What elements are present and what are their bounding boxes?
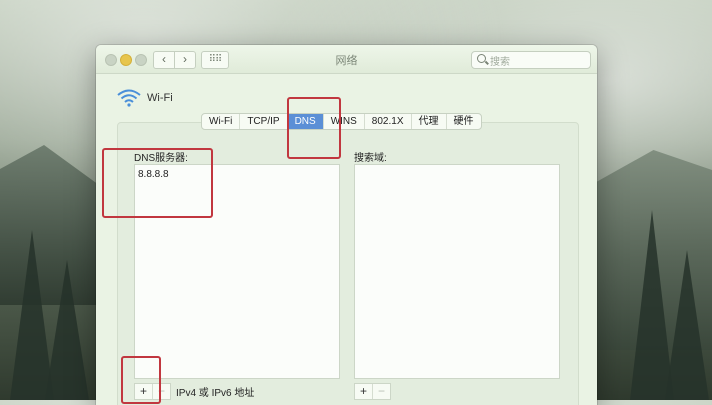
search-remove-button[interactable]: − <box>372 384 390 399</box>
tab-tcpip[interactable]: TCP/IP <box>240 114 288 129</box>
search-add-remove: + − <box>354 383 391 400</box>
search-field[interactable]: 搜索 <box>471 51 591 69</box>
search-icon <box>477 54 486 63</box>
tab-hardware[interactable]: 硬件 <box>447 114 481 129</box>
search-add-button[interactable]: + <box>355 384 372 399</box>
network-window: ‹ › ⠿⠿ 网络 搜索 Wi-Fi Wi-Fi TCP/IP DNS WINS… <box>96 45 597 405</box>
tab-bar: Wi-Fi TCP/IP DNS WINS 802.1X 代理 硬件 <box>201 113 482 130</box>
search-domains-list[interactable] <box>354 164 560 379</box>
tab-8021x[interactable]: 802.1X <box>365 114 412 129</box>
dns-hint: IPv4 或 IPv6 地址 <box>176 388 255 399</box>
title-bar: ‹ › ⠿⠿ 网络 搜索 <box>96 45 597 74</box>
tab-wifi[interactable]: Wi-Fi <box>202 114 241 129</box>
highlight-box-add-button <box>121 356 161 404</box>
search-placeholder: 搜索 <box>490 57 510 68</box>
highlight-box-dns-servers <box>102 148 213 218</box>
tree <box>665 250 709 400</box>
search-domains-label: 搜索域: <box>354 153 387 164</box>
interface-name: Wi-Fi <box>147 92 173 104</box>
tree <box>45 260 89 400</box>
highlight-box-dns-tab <box>287 97 341 159</box>
tab-proxy[interactable]: 代理 <box>412 114 447 129</box>
wifi-icon <box>117 89 141 107</box>
